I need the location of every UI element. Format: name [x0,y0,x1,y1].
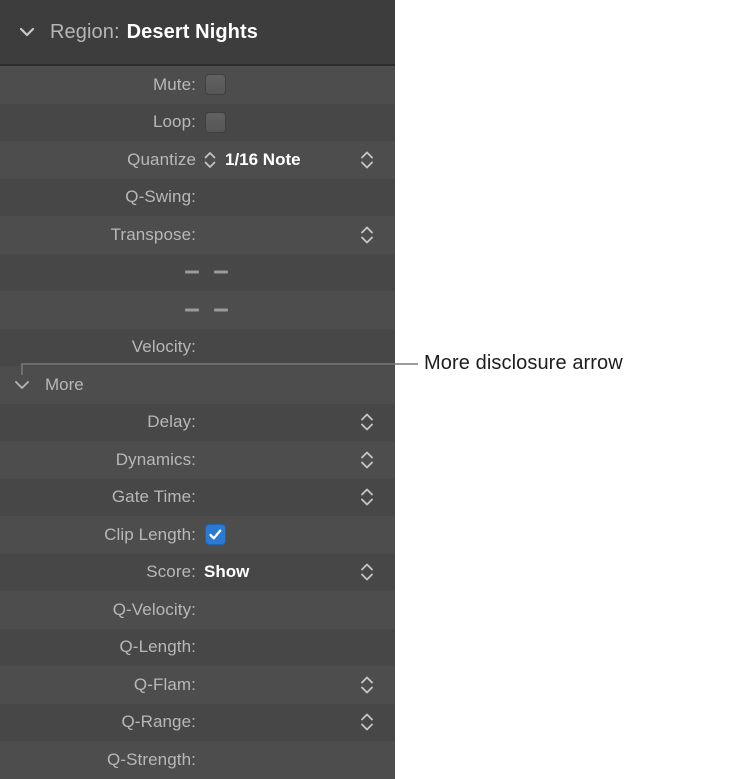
parameter-row[interactable]: Q-Velocity: [0,591,395,629]
parameter-value[interactable]: Show [204,562,249,582]
more-disclosure-chevron-down-icon[interactable] [12,375,32,395]
parameter-label: Q-Velocity: [0,600,196,620]
parameter-rows-more: Delay: Dynamics: Gate Time: Clip Length: Sco… [0,404,395,779]
stepper-icon[interactable] [359,411,375,433]
callout-label: More disclosure arrow [424,352,623,375]
parameter-label: Velocity: [0,337,196,357]
parameter-label: Q-Range: [0,712,196,732]
parameter-row[interactable]: Q-Strength: [0,741,395,779]
region-disclosure-chevron-down-icon[interactable] [16,21,38,43]
empty-value-dashes[interactable] [185,308,228,311]
parameter-row[interactable]: Quantize 1/16 Note [0,141,395,179]
stepper-icon[interactable] [359,449,375,471]
parameter-row[interactable]: Dynamics: [0,441,395,479]
parameter-label: Mute: [0,75,196,95]
parameter-row[interactable]: Score: Show [0,554,395,592]
parameter-label: Q-Swing: [0,187,196,207]
parameter-label: Gate Time: [0,487,196,507]
more-section-label: More [45,375,84,395]
parameter-row[interactable]: Q-Swing: [0,179,395,217]
parameter-row[interactable]: Q-Length: [0,629,395,667]
parameter-row[interactable]: Transpose: [0,216,395,254]
parameter-label: Loop: [0,112,196,132]
stepper-icon[interactable] [359,149,375,171]
parameter-label: Delay: [0,412,196,432]
stepper-icon[interactable] [359,224,375,246]
parameter-label: Score: [0,562,196,582]
parameter-value[interactable]: 1/16 Note [225,150,301,170]
parameter-row[interactable]: Q-Range: [0,704,395,742]
parameter-row[interactable]: Gate Time: [0,479,395,517]
parameter-label: Dynamics: [0,450,196,470]
parameter-label: Q-Flam: [0,675,196,695]
parameter-label: Clip Length: [0,525,196,545]
empty-value-dashes[interactable] [185,271,228,274]
parameter-row[interactable]: Mute: [0,66,395,104]
panel-header[interactable]: Region: Desert Nights [0,0,395,66]
parameter-row[interactable] [0,291,395,329]
checkbox-unchecked[interactable] [205,74,226,95]
parameter-label: Quantize [0,150,196,170]
checkbox-checked[interactable] [205,524,226,545]
stepper-icon[interactable] [359,711,375,733]
parameter-row[interactable]: Q-Flam: [0,666,395,704]
parameter-label: Q-Length: [0,637,196,657]
parameter-row[interactable]: Velocity: [0,329,395,367]
parameter-row[interactable]: Clip Length: [0,516,395,554]
region-inspector-panel: Region: Desert Nights Mute: Loop: Quantize… [0,0,395,779]
more-section-row[interactable]: More [0,366,395,404]
parameter-row[interactable]: Delay: [0,404,395,442]
stepper-icon[interactable] [359,486,375,508]
parameter-label: Q-Strength: [0,750,196,770]
stepper-icon[interactable] [359,674,375,696]
parameter-row[interactable]: Loop: [0,104,395,142]
parameter-row[interactable] [0,254,395,292]
inline-stepper-icon[interactable] [203,150,217,170]
stepper-icon[interactable] [359,561,375,583]
checkbox-unchecked[interactable] [205,112,226,133]
panel-header-label: Region: [50,21,120,44]
parameter-rows-top: Mute: Loop: Quantize 1/16 Note Q-Swing: Trans… [0,66,395,366]
parameter-label: Transpose: [0,225,196,245]
panel-header-value: Desert Nights [127,21,258,44]
